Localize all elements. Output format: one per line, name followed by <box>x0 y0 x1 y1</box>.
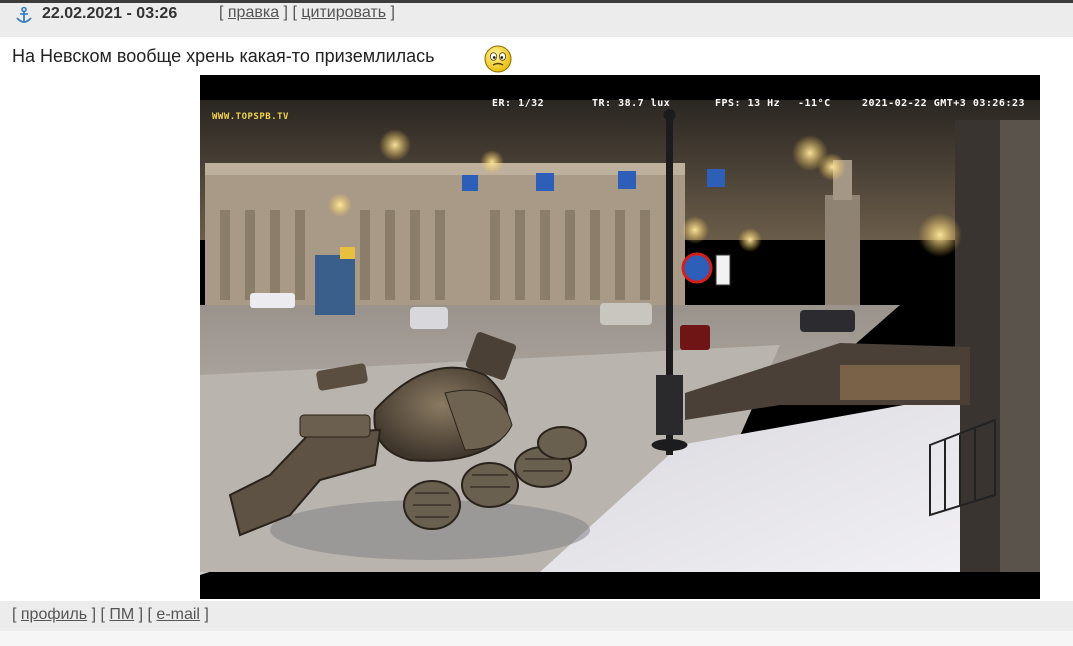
webcam-scene <box>200 75 1040 599</box>
post-footer: [ профиль ] [ ПМ ] [ e-mail ] <box>0 601 1073 631</box>
webcam-photo[interactable]: ER: 1/32 TR: 38.7 lux FPS: 13 Hz -11°C 2… <box>200 75 1040 599</box>
confused-smiley-icon <box>484 45 512 73</box>
osd-brand: WWW.TOPSPB.TV <box>212 112 289 122</box>
post-message: На Невском вообще хрень какая-то приземл… <box>12 46 435 66</box>
edit-link[interactable]: правка <box>228 4 279 21</box>
osd-fps: FPS: 13 Hz <box>715 98 781 109</box>
quote-link[interactable]: цитировать <box>301 4 386 21</box>
pm-link[interactable]: ПМ <box>109 606 134 623</box>
footer-links: [ профиль ] [ ПМ ] [ e-mail ] <box>12 606 209 623</box>
post-header: 22.02.2021 - 03:26 [ правка ] [ цитирова… <box>0 3 1073 37</box>
anchor-icon[interactable] <box>14 6 34 26</box>
post-left-column <box>0 75 200 599</box>
bottom-divider <box>0 631 1073 646</box>
osd-temperature: -11°C <box>798 98 831 109</box>
osd-datetime: 2021-02-22 GMT+3 03:26:23 <box>862 98 1026 109</box>
post-datetime: 22.02.2021 - 03:26 <box>42 5 178 22</box>
profile-link[interactable]: профиль <box>21 606 87 623</box>
post-action-links: [ правка ] [ цитировать ] <box>219 4 395 21</box>
osd-lux: TR: 38.7 lux <box>592 98 671 109</box>
osd-exposure: ER: 1/32 <box>492 98 545 109</box>
email-link[interactable]: e-mail <box>156 606 200 623</box>
